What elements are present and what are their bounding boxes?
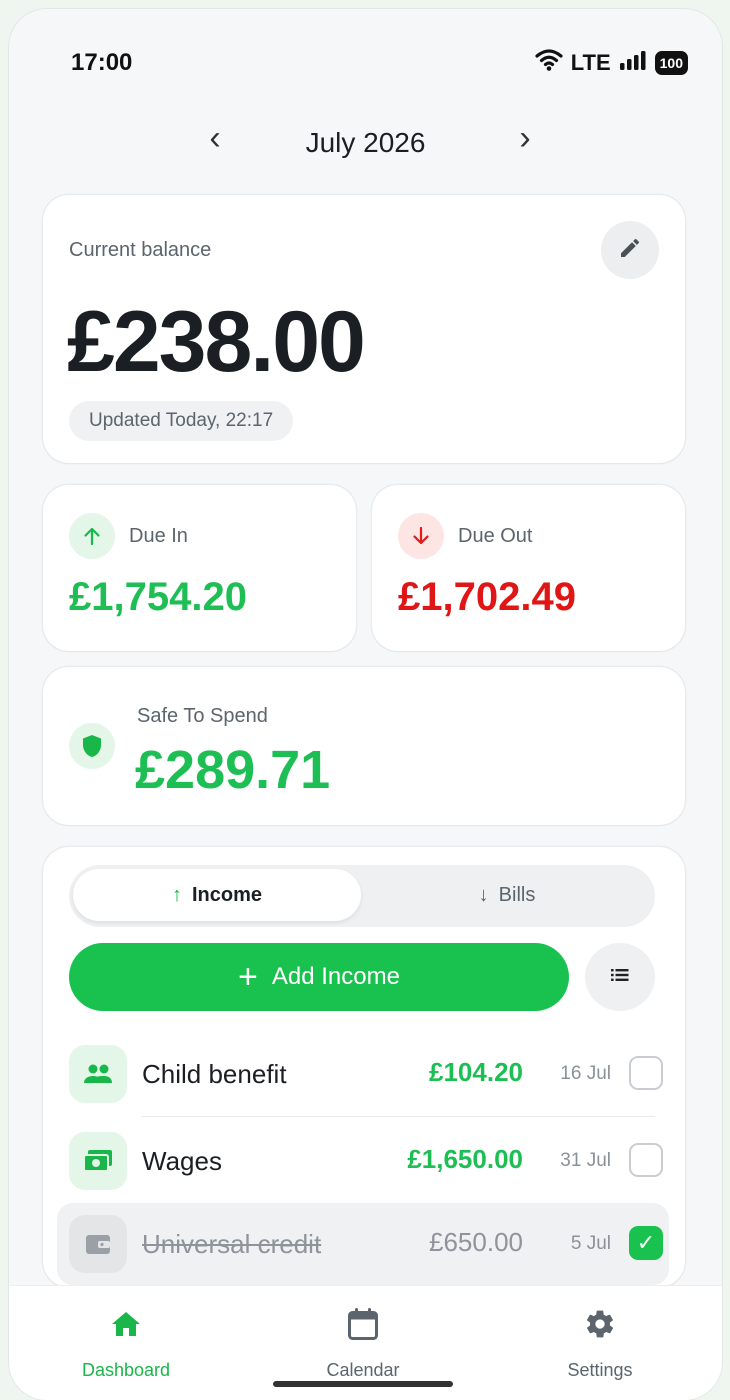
list-item[interactable]: Child benefit £104.20 16 Jul: [57, 1033, 669, 1115]
item-amount: £104.20: [429, 1057, 523, 1087]
arrow-up-icon: [69, 513, 115, 559]
nav-dashboard-label: Dashboard: [81, 1360, 171, 1380]
income-bills-toggle: ↑ Income ↓ Bills: [69, 865, 655, 927]
nav-settings[interactable]: Settings: [520, 1304, 680, 1381]
nav-calendar[interactable]: Calendar: [283, 1304, 443, 1381]
signal-icon: [619, 50, 647, 75]
item-checkbox[interactable]: ✓: [629, 1226, 663, 1260]
gear-icon: [520, 1304, 680, 1344]
list-icon: [610, 967, 630, 988]
due-in-card[interactable]: Due In £1,754.20: [43, 485, 356, 651]
row-divider: [141, 1116, 655, 1117]
tab-income[interactable]: ↑ Income: [73, 869, 361, 921]
item-name: Universal credit: [142, 1229, 322, 1259]
arrow-down-icon: ↓: [478, 883, 489, 906]
item-amount: £1,650.00: [407, 1144, 523, 1174]
battery-icon: 100: [654, 50, 688, 75]
due-in-amount: £1,754.20: [69, 575, 247, 619]
item-name: Child benefit: [142, 1059, 287, 1089]
pencil-icon: [618, 236, 642, 265]
balance-card: Current balance £238.00 Updated Today, 2…: [43, 195, 685, 463]
item-checkbox[interactable]: [629, 1056, 663, 1090]
arrow-up-icon: ↑: [171, 883, 182, 906]
list-item[interactable]: Wages £1,650.00 31 Jul: [57, 1120, 669, 1202]
battery-level: 100: [659, 54, 683, 71]
people-icon: [69, 1045, 127, 1103]
due-out-label: Due Out: [458, 525, 533, 547]
plus-icon: +: [238, 958, 258, 996]
due-in-label: Due In: [129, 525, 188, 547]
month-title: July 2026: [305, 127, 426, 158]
list-item[interactable]: Universal credit £650.00 5 Jul ✓: [57, 1203, 669, 1285]
nav-dashboard[interactable]: Dashboard: [46, 1304, 206, 1381]
safe-to-spend-card: Safe To Spend £289.71: [43, 667, 685, 825]
cash-icon: [69, 1132, 127, 1190]
edit-balance-button[interactable]: [601, 221, 659, 279]
tab-income-label: Income: [191, 883, 263, 906]
phone-screen: 17:00 LTE 100 ‹ July 2026 › Current bala…: [9, 9, 722, 1400]
due-out-amount: £1,702.49: [398, 575, 576, 619]
item-checkbox[interactable]: [629, 1143, 663, 1177]
month-navigation: ‹ July 2026 ›: [9, 119, 722, 169]
add-income-label: Add Income: [271, 963, 400, 990]
shield-icon: [69, 723, 115, 769]
home-icon: [46, 1304, 206, 1344]
safe-to-spend-label: Safe To Spend: [137, 705, 268, 727]
updated-badge: Updated Today, 22:17: [69, 401, 294, 441]
due-out-card[interactable]: Due Out £1,702.49: [372, 485, 685, 651]
wallet-icon: [69, 1215, 127, 1273]
status-bar: 17:00 LTE 100: [9, 9, 722, 109]
safe-to-spend-amount: £289.71: [135, 740, 331, 800]
balance-label: Current balance: [69, 239, 212, 261]
list-filter-button[interactable]: [585, 943, 655, 1011]
chevron-right-icon[interactable]: ›: [505, 119, 545, 158]
status-icons: LTE 100: [535, 49, 688, 76]
check-icon: ✓: [636, 1230, 656, 1255]
tab-bills-label: Bills: [498, 883, 536, 906]
calendar-icon: [283, 1304, 443, 1344]
item-date: 16 Jul: [560, 1063, 611, 1084]
nav-calendar-label: Calendar: [326, 1360, 400, 1380]
wifi-icon: [535, 49, 563, 76]
item-name: Wages: [142, 1146, 222, 1176]
network-type: LTE: [570, 49, 611, 75]
item-amount: £650.00: [429, 1227, 523, 1257]
item-date: 5 Jul: [570, 1233, 611, 1254]
status-time: 17:00: [71, 49, 133, 76]
item-date: 31 Jul: [560, 1150, 611, 1171]
home-indicator: [273, 1381, 453, 1387]
transactions-card: ↑ Income ↓ Bills + Add Income Child bene…: [43, 847, 685, 1287]
add-income-button[interactable]: + Add Income: [69, 943, 569, 1011]
balance-amount: £238.00: [67, 294, 366, 390]
arrow-down-icon: [398, 513, 444, 559]
tab-bills[interactable]: ↓ Bills: [363, 869, 651, 921]
nav-settings-label: Settings: [567, 1360, 633, 1380]
